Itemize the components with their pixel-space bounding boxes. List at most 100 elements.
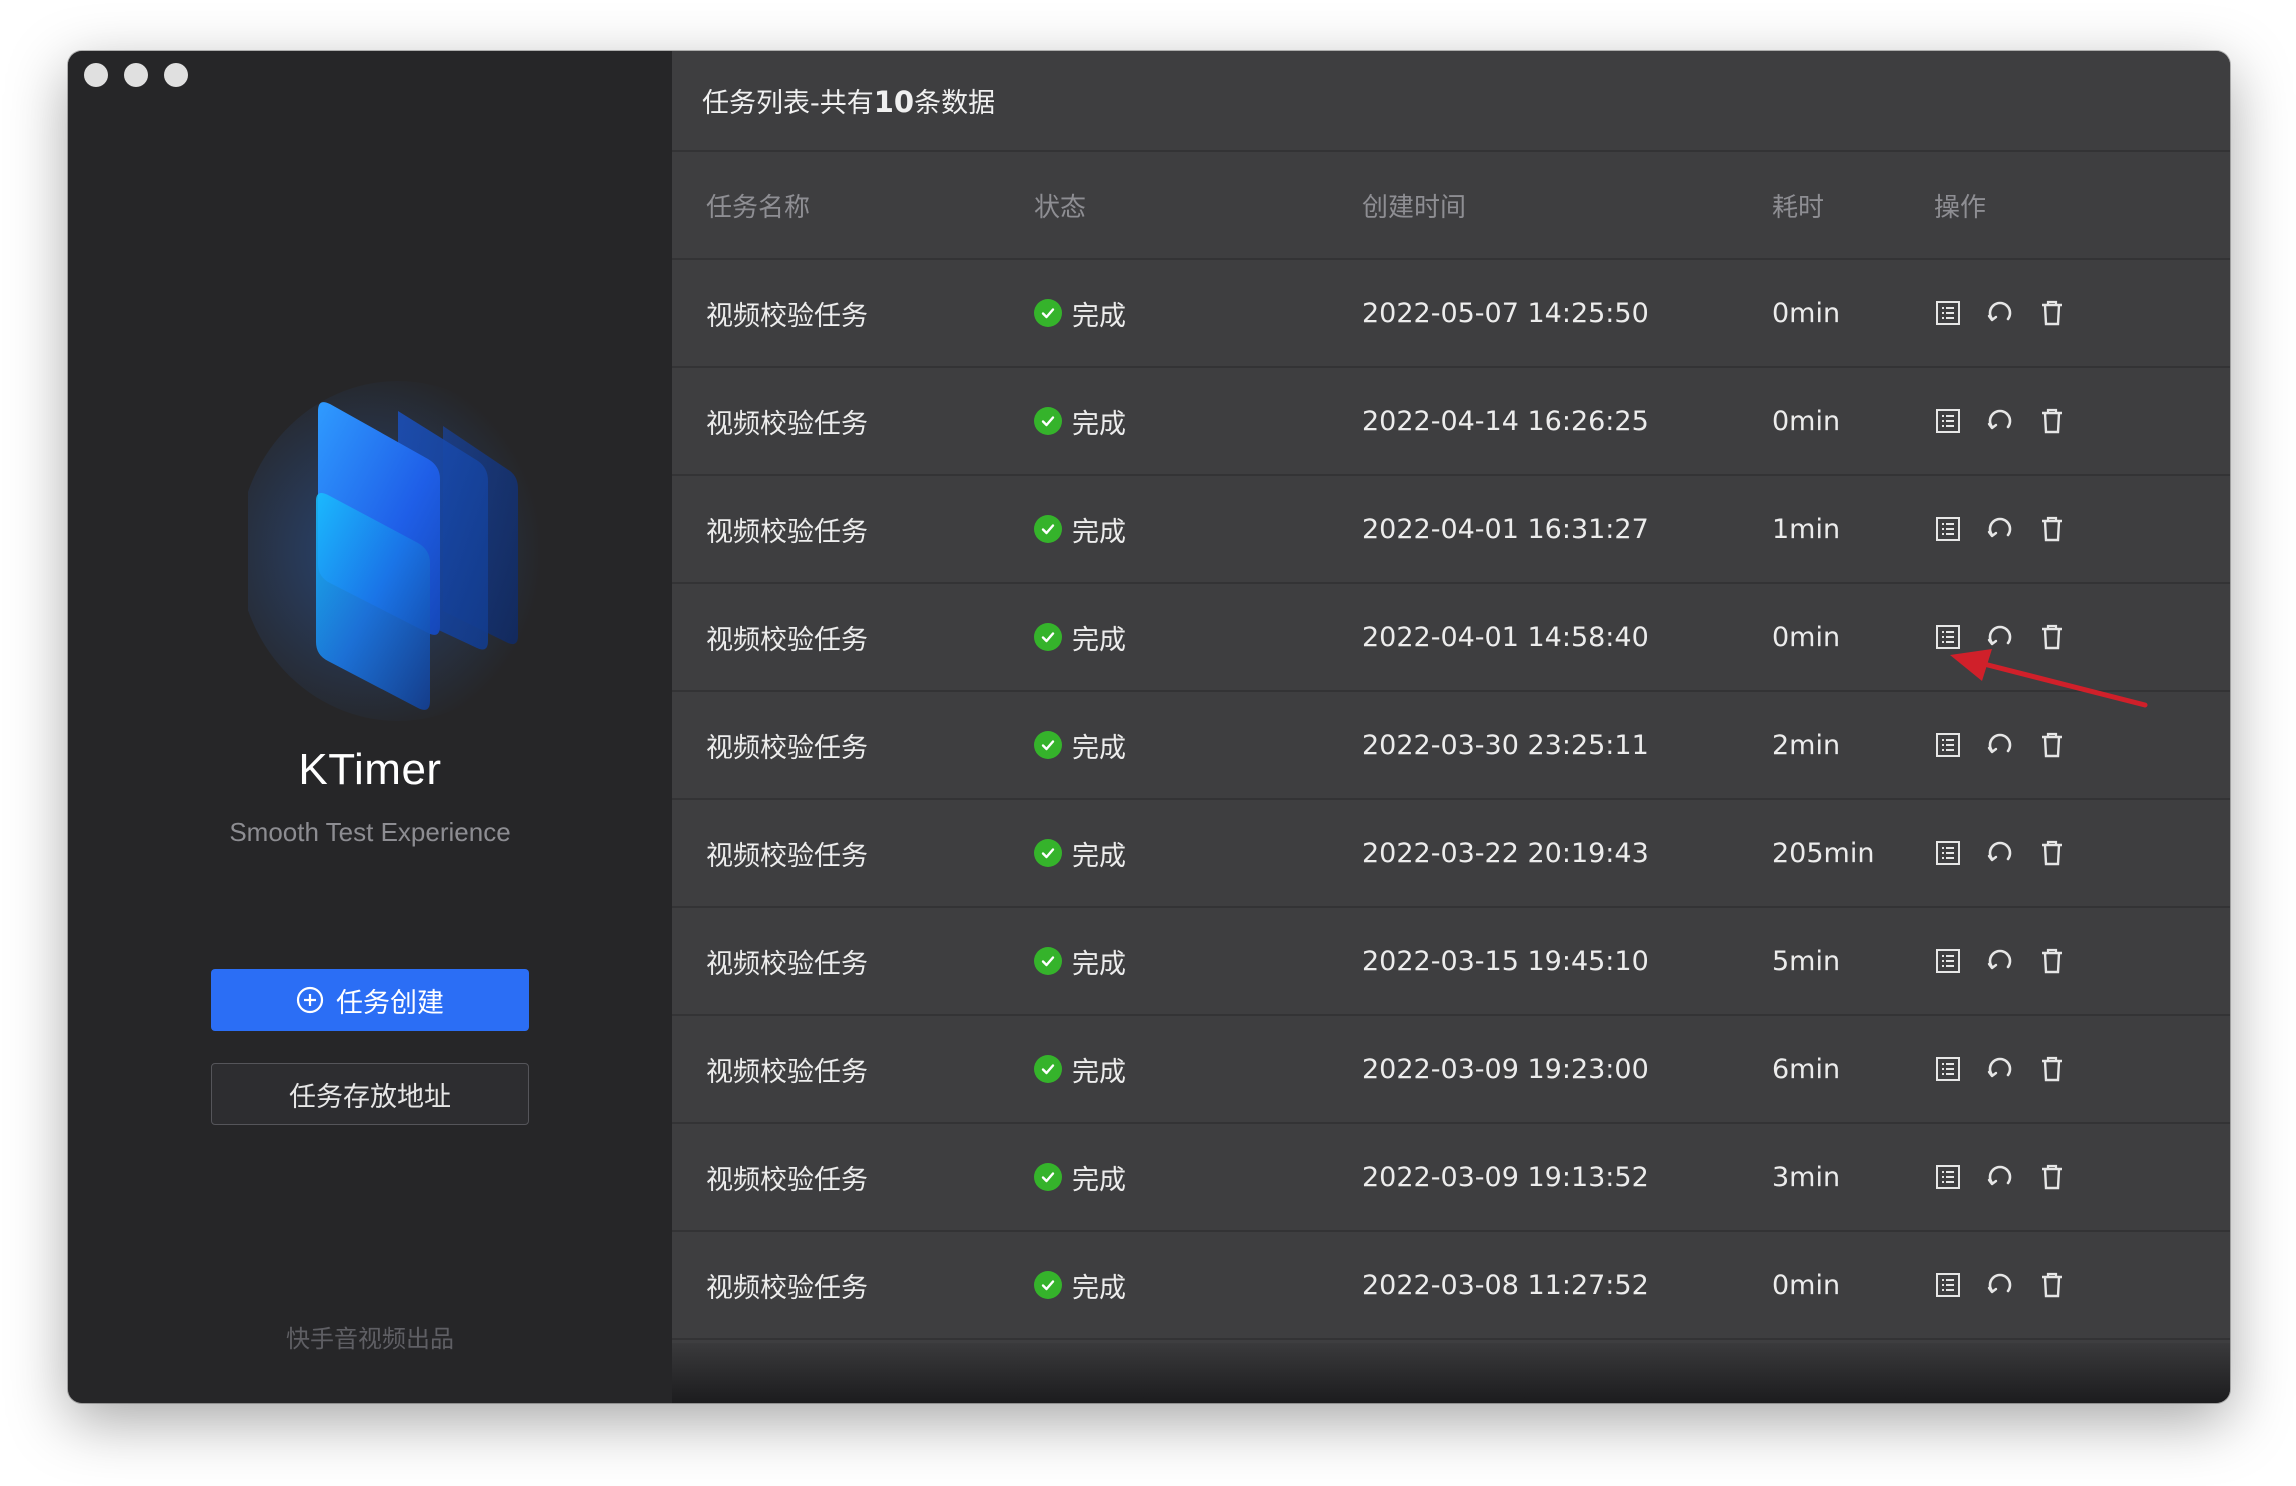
refresh-icon[interactable] bbox=[1986, 407, 2014, 435]
column-header-status: 状态 bbox=[1034, 192, 1087, 223]
check-circle-icon bbox=[1034, 839, 1062, 867]
app-window: KTimer Smooth Test Experience 任务创建 任务存放地… bbox=[68, 51, 2230, 1403]
task-created-time: 2022-04-01 14:58:40 bbox=[1362, 621, 1649, 653]
status-label: 完成 bbox=[1072, 300, 1126, 332]
list-detail-icon[interactable] bbox=[1934, 623, 1962, 651]
refresh-icon[interactable] bbox=[1986, 1055, 2014, 1083]
close-window-button[interactable] bbox=[84, 63, 108, 87]
task-actions bbox=[1934, 800, 2066, 906]
task-status: 完成 bbox=[1034, 800, 1126, 906]
task-duration: 1min bbox=[1772, 513, 1841, 545]
main-panel: 任务列表-共有 10 条数据 任务名称 状态 创建时间 耗时 操作 视频校验任务… bbox=[672, 51, 2230, 1403]
task-duration: 3min bbox=[1772, 1161, 1841, 1193]
table-row: 视频校验任务 完成 2022-04-01 16:31:27 1min bbox=[672, 476, 2230, 584]
trash-icon[interactable] bbox=[2038, 1163, 2066, 1191]
task-duration: 5min bbox=[1772, 945, 1841, 977]
trash-icon[interactable] bbox=[2038, 623, 2066, 651]
refresh-icon[interactable] bbox=[1986, 299, 2014, 327]
task-actions bbox=[1934, 1016, 2066, 1122]
column-header-duration: 耗时 bbox=[1772, 192, 1825, 223]
column-header-name: 任务名称 bbox=[706, 192, 811, 223]
task-created-time: 2022-03-30 23:25:11 bbox=[1362, 729, 1649, 761]
trash-icon[interactable] bbox=[2038, 947, 2066, 975]
task-status: 完成 bbox=[1034, 1232, 1126, 1338]
task-actions bbox=[1934, 1232, 2066, 1338]
plus-circle-icon bbox=[296, 986, 324, 1014]
status-label: 完成 bbox=[1072, 516, 1126, 548]
task-duration: 205min bbox=[1772, 837, 1875, 869]
title-suffix: 条数据 bbox=[914, 88, 996, 119]
task-name: 视频校验任务 bbox=[706, 948, 868, 980]
trash-icon[interactable] bbox=[2038, 407, 2066, 435]
check-circle-icon bbox=[1034, 1055, 1062, 1083]
task-name: 视频校验任务 bbox=[706, 516, 868, 548]
task-status: 完成 bbox=[1034, 908, 1126, 1014]
task-created-time: 2022-03-08 11:27:52 bbox=[1362, 1269, 1649, 1301]
task-created-time: 2022-03-22 20:19:43 bbox=[1362, 837, 1649, 869]
refresh-icon[interactable] bbox=[1986, 947, 2014, 975]
check-circle-icon bbox=[1034, 299, 1062, 327]
task-name: 视频校验任务 bbox=[706, 300, 868, 332]
table-row: 视频校验任务 完成 2022-03-09 19:23:00 6min bbox=[672, 1016, 2230, 1124]
refresh-icon[interactable] bbox=[1986, 1271, 2014, 1299]
trash-icon[interactable] bbox=[2038, 1271, 2066, 1299]
table-header: 任务名称 状态 创建时间 耗时 操作 bbox=[672, 152, 2230, 260]
task-duration: 2min bbox=[1772, 729, 1841, 761]
create-task-label: 任务创建 bbox=[336, 987, 444, 1019]
storage-location-button[interactable]: 任务存放地址 bbox=[211, 1063, 529, 1125]
zoom-window-button[interactable] bbox=[164, 63, 188, 87]
list-detail-icon[interactable] bbox=[1934, 1271, 1962, 1299]
task-duration: 6min bbox=[1772, 1053, 1841, 1085]
trash-icon[interactable] bbox=[2038, 515, 2066, 543]
task-actions bbox=[1934, 1124, 2066, 1230]
check-circle-icon bbox=[1034, 947, 1062, 975]
task-name: 视频校验任务 bbox=[706, 1164, 868, 1196]
trash-icon[interactable] bbox=[2038, 1055, 2066, 1083]
task-name: 视频校验任务 bbox=[706, 624, 868, 656]
trash-icon[interactable] bbox=[2038, 731, 2066, 759]
task-status: 完成 bbox=[1034, 476, 1126, 582]
page-title: 任务列表-共有 10 条数据 bbox=[702, 81, 995, 120]
check-circle-icon bbox=[1034, 1271, 1062, 1299]
refresh-icon[interactable] bbox=[1986, 1163, 2014, 1191]
list-detail-icon[interactable] bbox=[1934, 1163, 1962, 1191]
status-label: 完成 bbox=[1072, 1272, 1126, 1304]
trash-icon[interactable] bbox=[2038, 299, 2066, 327]
task-created-time: 2022-03-15 19:45:10 bbox=[1362, 945, 1649, 977]
check-circle-icon bbox=[1034, 1163, 1062, 1191]
refresh-icon[interactable] bbox=[1986, 839, 2014, 867]
list-detail-icon[interactable] bbox=[1934, 1055, 1962, 1083]
refresh-icon[interactable] bbox=[1986, 515, 2014, 543]
minimize-window-button[interactable] bbox=[124, 63, 148, 87]
table-row: 视频校验任务 完成 2022-04-14 16:26:25 0min bbox=[672, 368, 2230, 476]
check-circle-icon bbox=[1034, 515, 1062, 543]
list-detail-icon[interactable] bbox=[1934, 947, 1962, 975]
task-actions bbox=[1934, 368, 2066, 474]
status-label: 完成 bbox=[1072, 624, 1126, 656]
status-label: 完成 bbox=[1072, 1164, 1126, 1196]
refresh-icon[interactable] bbox=[1986, 623, 2014, 651]
table-row: 视频校验任务 完成 2022-03-09 19:13:52 3min bbox=[672, 1124, 2230, 1232]
list-detail-icon[interactable] bbox=[1934, 839, 1962, 867]
task-duration: 0min bbox=[1772, 405, 1841, 437]
table-row: 视频校验任务 完成 2022-05-07 14:25:50 0min bbox=[672, 260, 2230, 368]
list-detail-icon[interactable] bbox=[1934, 299, 1962, 327]
create-task-button[interactable]: 任务创建 bbox=[211, 969, 529, 1031]
trash-icon[interactable] bbox=[2038, 839, 2066, 867]
footer-credit: 快手音视频出品 bbox=[286, 1325, 454, 1353]
storage-location-label: 任务存放地址 bbox=[289, 1081, 451, 1113]
task-actions bbox=[1934, 260, 2066, 366]
list-detail-icon[interactable] bbox=[1934, 731, 1962, 759]
list-detail-icon[interactable] bbox=[1934, 407, 1962, 435]
refresh-icon[interactable] bbox=[1986, 731, 2014, 759]
task-status: 完成 bbox=[1034, 584, 1126, 690]
list-detail-icon[interactable] bbox=[1934, 515, 1962, 543]
task-name: 视频校验任务 bbox=[706, 408, 868, 440]
task-status: 完成 bbox=[1034, 260, 1126, 366]
table-row: 视频校验任务 完成 2022-03-30 23:25:11 2min bbox=[672, 692, 2230, 800]
task-duration: 0min bbox=[1772, 621, 1841, 653]
app-tagline: Smooth Test Experience bbox=[229, 817, 511, 847]
column-header-created: 创建时间 bbox=[1362, 192, 1467, 223]
task-actions bbox=[1934, 476, 2066, 582]
table-row: 视频校验任务 完成 2022-04-01 14:58:40 0min bbox=[672, 584, 2230, 692]
